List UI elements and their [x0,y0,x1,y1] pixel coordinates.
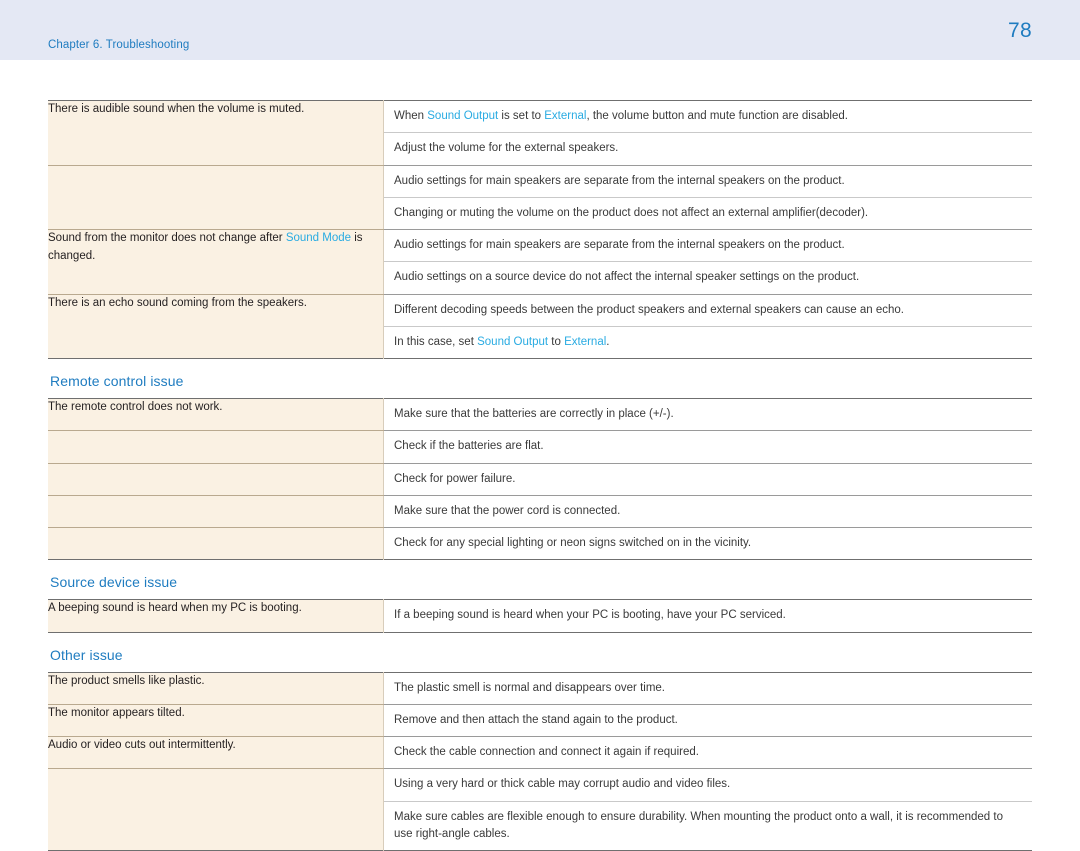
table-row: Check for any special lighting or neon s… [48,528,1032,560]
symptom-cell [48,769,384,851]
solution-line: Make sure that the power cord is connect… [384,496,1032,527]
table-row: Check for power failure. [48,463,1032,495]
solution-line: Changing or muting the volume on the pro… [384,198,1032,229]
section-remote-control-issue: Remote control issueThe remote control d… [48,359,1032,560]
solution-cell: Different decoding speeds between the pr… [384,294,1033,359]
page-number: 78 [1008,19,1032,43]
solution-cell: Using a very hard or thick cable may cor… [384,769,1033,851]
troubleshooting-table: The product smells like plastic.The plas… [48,672,1032,851]
symptom-cell: A beeping sound is heard when my PC is b… [48,600,384,632]
symptom-cell: There is an echo sound coming from the s… [48,294,384,359]
solution-cell: Audio settings for main speakers are sep… [384,165,1033,230]
solution-cell: Remove and then attach the stand again t… [384,704,1033,736]
menu-term: Sound Output [477,336,548,348]
solution-line: Audio settings on a source device do not… [384,262,1032,293]
symptom-cell: The remote control does not work. [48,399,384,431]
table-row: There is an echo sound coming from the s… [48,294,1032,359]
solution-line: Make sure that the batteries are correct… [384,399,1032,430]
solution-line: Check for power failure. [384,464,1032,495]
menu-term: External [564,336,606,348]
solution-cell: Check if the batteries are flat. [384,431,1033,463]
table-row: The monitor appears tilted.Remove and th… [48,704,1032,736]
symptom-cell: Audio or video cuts out intermittently. [48,737,384,769]
solution-line: Check if the batteries are flat. [384,431,1032,462]
troubleshooting-table: A beeping sound is heard when my PC is b… [48,599,1032,632]
solution-line: When Sound Output is set to External, th… [384,101,1032,133]
chapter-label: Chapter 6. Troubleshooting [48,39,189,51]
section-sound-issue-continued: There is audible sound when the volume i… [48,100,1032,359]
table-row: Check if the batteries are flat. [48,431,1032,463]
table-row: Make sure that the power cord is connect… [48,495,1032,527]
symptom-cell [48,165,384,230]
sections-container: There is audible sound when the volume i… [48,100,1032,851]
section-other-issue: Other issueThe product smells like plast… [48,633,1032,851]
solution-line: Adjust the volume for the external speak… [384,133,1032,164]
solution-line: Remove and then attach the stand again t… [384,705,1032,736]
troubleshooting-table: The remote control does not work.Make su… [48,398,1032,560]
table-row: Audio or video cuts out intermittently.C… [48,737,1032,769]
table-row: A beeping sound is heard when my PC is b… [48,600,1032,632]
solution-line: The plastic smell is normal and disappea… [384,673,1032,704]
page-header-band: Chapter 6. Troubleshooting 78 [0,0,1080,60]
symptom-cell: Sound from the monitor does not change a… [48,230,384,295]
section-heading: Other issue [48,633,1032,672]
table-row: Using a very hard or thick cable may cor… [48,769,1032,851]
section-heading: Source device issue [48,560,1032,599]
solution-cell: Make sure that the batteries are correct… [384,399,1033,431]
solution-line: Make sure cables are flexible enough to … [384,802,1032,851]
solution-cell: Check the cable connection and connect i… [384,737,1033,769]
solution-cell: Audio settings for main speakers are sep… [384,230,1033,295]
symptom-cell [48,463,384,495]
table-row: There is audible sound when the volume i… [48,101,1032,166]
table-row: Audio settings for main speakers are sep… [48,165,1032,230]
document-body: There is audible sound when the volume i… [48,100,1032,851]
solution-line: In this case, set Sound Output to Extern… [384,327,1032,358]
solution-line: If a beeping sound is heard when your PC… [384,600,1032,631]
solution-cell: When Sound Output is set to External, th… [384,101,1033,166]
solution-line: Different decoding speeds between the pr… [384,295,1032,327]
solution-cell: The plastic smell is normal and disappea… [384,672,1033,704]
menu-term: Sound Output [427,110,498,122]
table-row: The product smells like plastic.The plas… [48,672,1032,704]
symptom-cell [48,528,384,560]
solution-line: Using a very hard or thick cable may cor… [384,769,1032,801]
solution-line: Audio settings for main speakers are sep… [384,230,1032,262]
table-row: Sound from the monitor does not change a… [48,230,1032,295]
solution-line: Check the cable connection and connect i… [384,737,1032,768]
symptom-cell [48,431,384,463]
solution-cell: Check for any special lighting or neon s… [384,528,1033,560]
section-source-device-issue: Source device issueA beeping sound is he… [48,560,1032,632]
troubleshooting-table: There is audible sound when the volume i… [48,100,1032,359]
solution-cell: Check for power failure. [384,463,1033,495]
symptom-cell: The monitor appears tilted. [48,704,384,736]
table-row: The remote control does not work.Make su… [48,399,1032,431]
menu-term: External [544,110,586,122]
section-heading: Remote control issue [48,359,1032,398]
symptom-cell: The product smells like plastic. [48,672,384,704]
symptom-cell [48,495,384,527]
menu-term: Sound Mode [286,232,351,244]
solution-line: Audio settings for main speakers are sep… [384,166,1032,198]
solution-line: Check for any special lighting or neon s… [384,528,1032,559]
solution-cell: If a beeping sound is heard when your PC… [384,600,1033,632]
solution-cell: Make sure that the power cord is connect… [384,495,1033,527]
symptom-cell: There is audible sound when the volume i… [48,101,384,166]
